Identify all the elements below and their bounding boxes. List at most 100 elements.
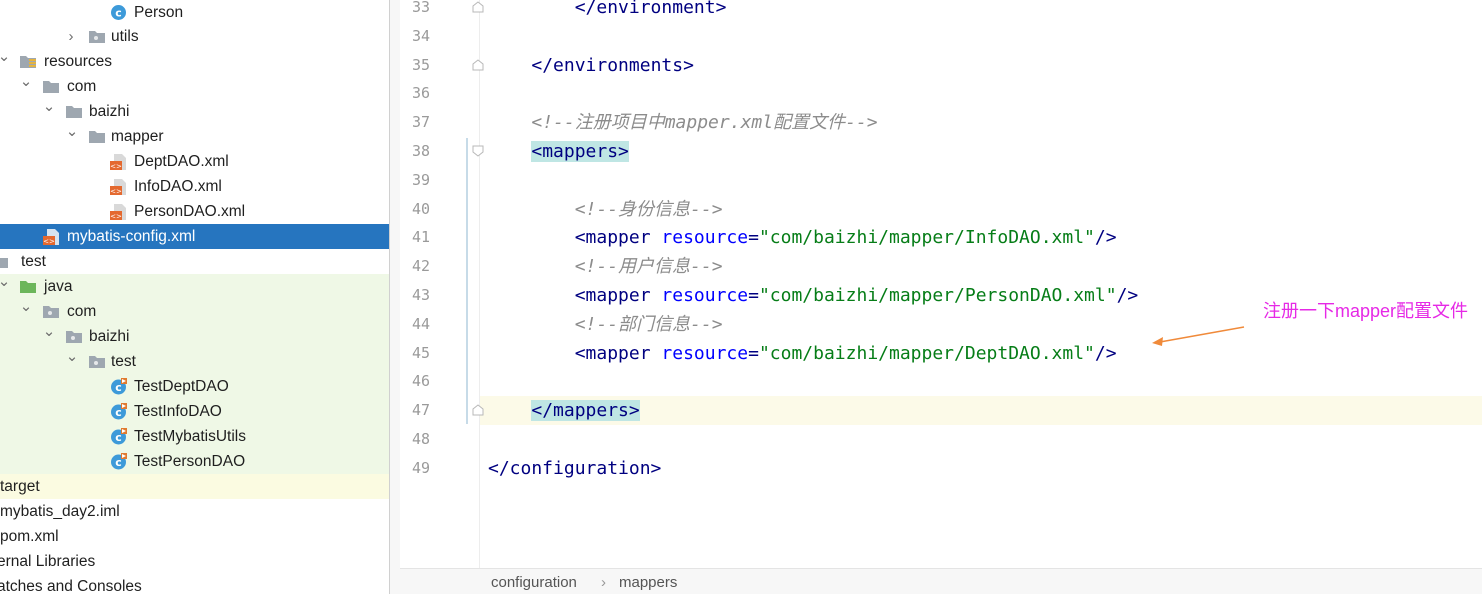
tree-item-label: target xyxy=(0,478,40,495)
breadcrumb-separator: › xyxy=(601,574,606,591)
tree-item[interactable]: <> mybatis-config.xml xyxy=(0,224,390,249)
tree-item[interactable]: ⌄ com xyxy=(0,73,390,99)
tree-item-label: DeptDAO.xml xyxy=(134,153,229,170)
code-line: <mapper resource="com/baizhi/mapper/Dept… xyxy=(574,342,1117,364)
breadcrumb-item-configuration[interactable]: configuration xyxy=(491,574,577,591)
tree-item[interactable]: target xyxy=(0,474,390,499)
chevron-down-icon[interactable]: ⌄ xyxy=(19,69,33,94)
line-number: 37 xyxy=(411,113,430,132)
tree-item[interactable]: ⌄ java xyxy=(0,273,390,299)
chevron-down-icon[interactable]: ⌄ xyxy=(65,119,79,144)
code-line: <!--身份信息--> xyxy=(574,198,723,220)
chevron-down-icon[interactable]: ⌄ xyxy=(0,269,11,294)
package-folder-icon xyxy=(88,349,106,374)
tree-item[interactable]: pom.xml xyxy=(0,524,390,549)
line-number: 41 xyxy=(411,228,430,247)
chevron-down-icon[interactable]: ⌄ xyxy=(65,344,79,369)
code-line: </mappers> xyxy=(531,400,640,422)
package-folder-icon xyxy=(88,24,106,49)
chevron-down-icon[interactable]: ⌄ xyxy=(19,294,33,319)
tree-item-label: TestInfoDAO xyxy=(134,403,222,420)
tree-item-label: resources xyxy=(44,53,113,70)
tree-item[interactable]: <> PersonDAO.xml xyxy=(0,199,390,224)
code-line: <!--注册项目中mapper.xml配置文件--> xyxy=(531,112,878,134)
tree-item[interactable]: c TestMybatisUtils xyxy=(0,424,390,449)
svg-text:<>: <> xyxy=(110,188,122,196)
tree-item[interactable]: ⌄ resources xyxy=(0,48,390,74)
tree-item-label: java xyxy=(44,278,73,295)
tree-item-label: pom.xml xyxy=(0,528,59,545)
tree-item[interactable]: mybatis_day2.iml xyxy=(0,499,390,524)
tree-item[interactable]: ⌄ mapper xyxy=(0,123,390,149)
test-class-icon: c xyxy=(110,449,128,474)
annotation-note: 注册一下mapper配置文件 xyxy=(1263,301,1469,321)
line-number: 45 xyxy=(411,343,430,362)
svg-text:c: c xyxy=(115,406,122,419)
fold-marker-icon[interactable] xyxy=(472,58,484,71)
tree-item-label: com xyxy=(67,78,97,95)
chevron-down-icon[interactable]: ⌄ xyxy=(0,44,11,69)
tree-item-label: TestMybatisUtils xyxy=(134,428,246,445)
svg-text:c: c xyxy=(115,7,122,20)
class-icon: c xyxy=(110,0,128,25)
tree-item[interactable]: atches and Consoles xyxy=(0,574,390,594)
tree-item-label: baizhi xyxy=(89,103,130,120)
line-number: 36 xyxy=(411,84,430,103)
chevron-down-icon[interactable]: ⌄ xyxy=(42,319,56,344)
scope-indicator xyxy=(466,138,468,424)
code-line: </environment> xyxy=(574,0,727,18)
fold-marker-icon[interactable] xyxy=(472,145,484,157)
code-line: <!--部门信息--> xyxy=(574,313,723,335)
tree-item[interactable]: ⌄ baizhi xyxy=(0,98,390,124)
line-number: 38 xyxy=(411,142,430,160)
tree-item[interactable]: ⌄ test xyxy=(0,348,390,374)
svg-text:c: c xyxy=(115,456,122,469)
tree-item-label: mapper xyxy=(111,128,164,145)
line-number: 33 xyxy=(411,0,430,16)
tree-item-label: com xyxy=(67,303,97,320)
tree-item[interactable]: › utils xyxy=(0,24,390,49)
tree-item-label: baizhi xyxy=(89,328,130,345)
chevron-down-icon[interactable]: ⌄ xyxy=(42,94,56,119)
tree-item-label: Person xyxy=(134,4,184,21)
code-line: <mappers> xyxy=(531,141,629,162)
line-number: 35 xyxy=(411,55,430,74)
tree-item[interactable]: ⌄ baizhi xyxy=(0,323,390,349)
code-line: <!--用户信息--> xyxy=(574,256,723,278)
project-tree: c Person › utils ⌄ resources ⌄ com ⌄ baizhi ⌄ mappe… xyxy=(0,0,390,594)
code-line: </configuration> xyxy=(488,457,662,479)
tree-item[interactable]: ernal Libraries xyxy=(0,549,390,574)
fold-marker-icon[interactable] xyxy=(472,404,484,416)
breadcrumb-item-mappers[interactable]: mappers xyxy=(619,574,677,591)
line-number: 43 xyxy=(411,286,430,304)
tree-item-label: test xyxy=(21,253,46,270)
xml-file-icon: <> xyxy=(110,199,128,224)
tree-item[interactable]: <> DeptDAO.xml xyxy=(0,149,390,174)
tree-item[interactable]: c Person xyxy=(0,0,390,25)
svg-text:<>: <> xyxy=(110,163,122,171)
tree-item[interactable]: c TestPersonDAO xyxy=(0,449,390,474)
line-number: 34 xyxy=(411,26,430,45)
tree-item-label: TestPersonDAO xyxy=(134,453,246,470)
code-line: </environments> xyxy=(531,54,694,76)
tree-item[interactable]: test xyxy=(0,249,390,274)
xml-file-icon: <> xyxy=(43,224,61,249)
chevron-right-icon[interactable]: › xyxy=(64,24,78,49)
tree-item[interactable]: <> InfoDAO.xml xyxy=(0,174,390,199)
code-line: <mapper resource="com/baizhi/mapper/Info… xyxy=(574,227,1117,249)
tree-item-label: atches and Consoles xyxy=(0,578,142,594)
breadcrumb: configuration › mappers xyxy=(400,568,1482,594)
tree-item-label: utils xyxy=(111,28,139,45)
tree-item-label: mybatis_day2.iml xyxy=(0,503,120,520)
tree-item[interactable]: ⌄ com xyxy=(0,298,390,324)
fold-marker-icon[interactable] xyxy=(472,1,484,13)
svg-text:c: c xyxy=(115,431,122,444)
line-number: 47 xyxy=(411,401,430,420)
test-class-icon: c xyxy=(110,374,128,399)
annotation-arrow xyxy=(1152,326,1245,346)
tree-item-label: mybatis-config.xml xyxy=(67,228,196,245)
svg-text:<>: <> xyxy=(43,238,55,246)
tree-item-label: TestDeptDAO xyxy=(134,378,229,395)
tree-item[interactable]: c TestDeptDAO xyxy=(0,374,390,399)
tree-item[interactable]: c TestInfoDAO xyxy=(0,399,390,424)
